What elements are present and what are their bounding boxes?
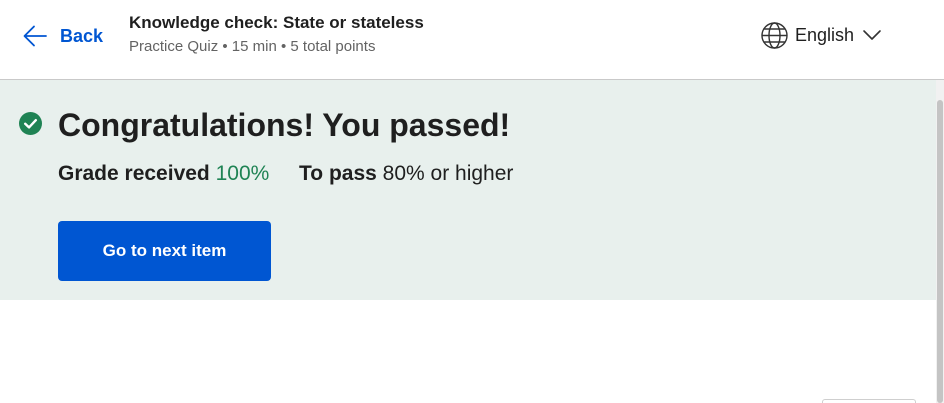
result-headline: Congratulations! You passed! <box>58 107 511 143</box>
quiz-result-page: Back Knowledge check: State or stateless… <box>0 0 944 403</box>
quiz-meta: Practice Quiz • 15 min • 5 total points <box>129 38 376 55</box>
page-header: Back Knowledge check: State or stateless… <box>0 0 944 80</box>
globe-icon <box>761 21 788 49</box>
pass-label: To pass <box>299 162 377 185</box>
partial-panel-edge <box>822 399 916 403</box>
next-item-button[interactable]: Go to next item <box>58 221 271 281</box>
arrow-left-icon <box>23 25 47 47</box>
grade-summary: Grade received 100% To pass 80% or highe… <box>58 160 513 188</box>
grade-label: Grade received <box>58 162 210 185</box>
pass-value: 80% or higher <box>382 162 514 185</box>
back-label: Back <box>60 25 104 46</box>
page-title: Knowledge check: State or stateless <box>129 13 424 32</box>
result-banner: Congratulations! You passed! Grade recei… <box>0 80 936 300</box>
quiz-title-block: Knowledge check: State or stateless Prac… <box>129 12 424 58</box>
back-button[interactable]: Back <box>22 22 103 50</box>
language-label: English <box>795 24 855 45</box>
scrollbar-thumb[interactable] <box>937 100 943 403</box>
check-circle-icon <box>19 112 42 135</box>
scrollbar[interactable] <box>936 80 944 403</box>
grade-value: 100% <box>215 162 270 185</box>
language-selector[interactable]: English <box>760 21 882 49</box>
chevron-down-icon <box>863 30 881 40</box>
